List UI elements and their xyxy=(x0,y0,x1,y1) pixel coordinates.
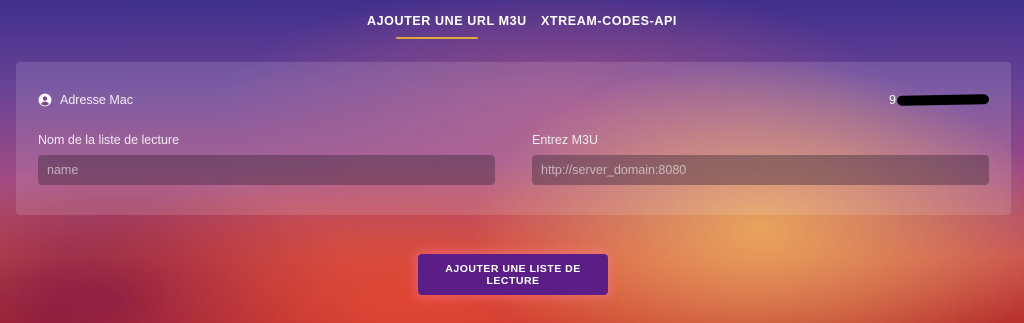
playlist-name-label: Nom de la liste de lecture xyxy=(38,133,180,147)
mac-address-value: 9 xyxy=(889,93,990,107)
playlist-name-input[interactable] xyxy=(38,155,495,185)
account-circle-icon xyxy=(38,93,52,107)
playlist-form-panel: Adresse Mac 9 Nom de la liste de lecture… xyxy=(16,62,1011,215)
mac-address-row: Adresse Mac xyxy=(38,93,133,107)
mac-address-label: Adresse Mac xyxy=(60,93,133,107)
add-playlist-button[interactable]: AJOUTER UNE LISTE DE LECTURE xyxy=(418,254,608,295)
tab-bar: AJOUTER UNE URL M3U XTREAM-CODES-API xyxy=(0,0,1024,50)
mac-address-redaction xyxy=(896,94,990,106)
mac-address-text: 9 xyxy=(889,93,896,107)
m3u-url-input[interactable] xyxy=(532,155,989,185)
tab-xtream-codes-api[interactable]: XTREAM-CODES-API xyxy=(541,14,677,28)
tab-add-m3u-url[interactable]: AJOUTER UNE URL M3U xyxy=(367,14,527,28)
m3u-url-label: Entrez M3U xyxy=(532,133,598,147)
active-tab-indicator xyxy=(396,37,478,39)
